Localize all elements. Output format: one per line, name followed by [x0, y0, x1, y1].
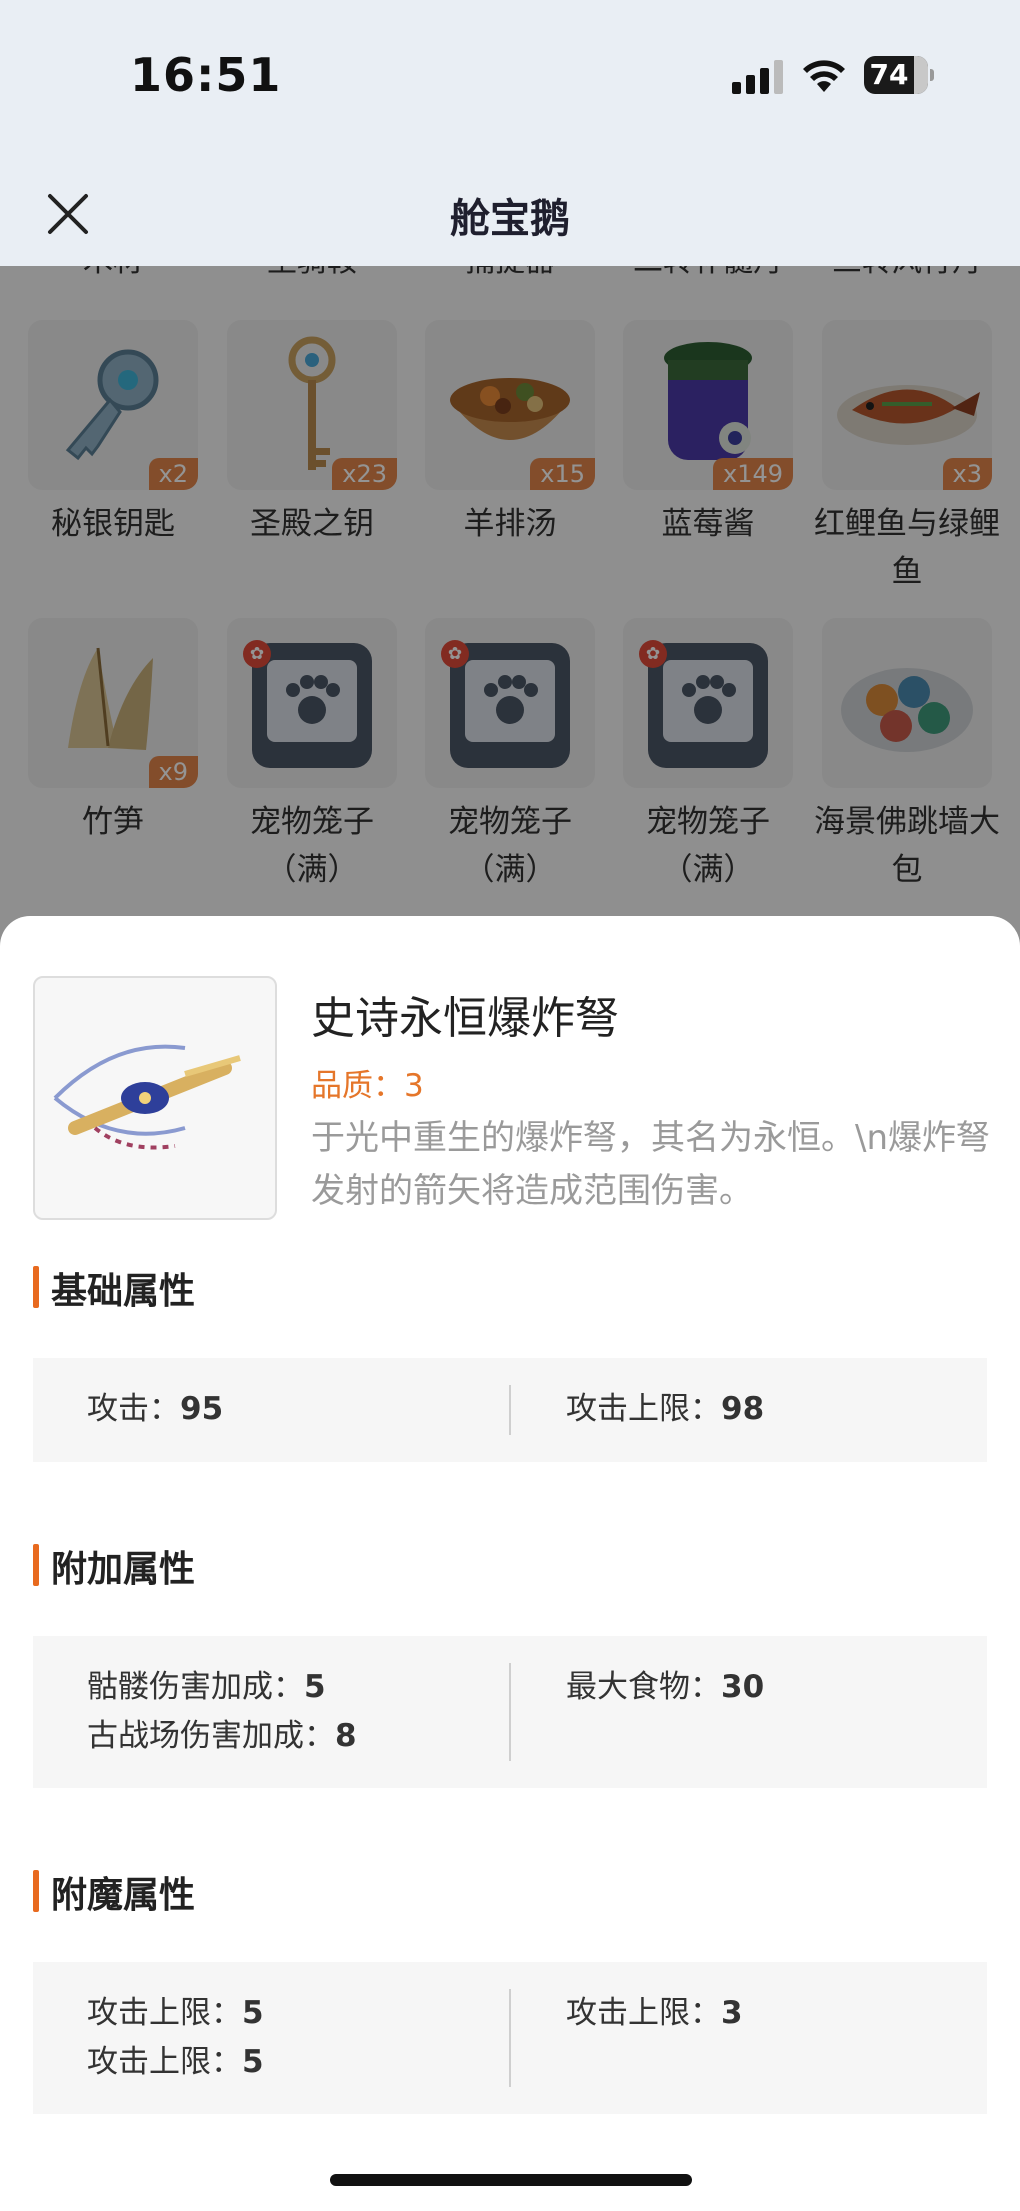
signal-icon	[732, 60, 783, 94]
home-indicator[interactable]	[330, 2174, 692, 2186]
attr-label: 骷髅伤害加成：	[87, 1669, 304, 1705]
attr-box-extra: 骷髅伤害加成：5 古战场伤害加成：8 最大食物：30	[33, 1636, 987, 1788]
attr-value: 8	[335, 1718, 357, 1754]
attr-label: 攻击上限：	[566, 1995, 721, 2031]
item-description: 于光中重生的爆炸弩，其名为永恒。\n爆炸弩发射的箭矢将造成范围伤害。	[311, 1118, 991, 1211]
attr-label: 攻击上限：	[87, 2044, 242, 2080]
attr-box-enchant: 攻击上限：5 攻击上限：5 攻击上限：3	[33, 1962, 987, 2114]
attr-row: 最大食物：30	[566, 1663, 764, 1712]
attr-box-basic: 攻击：95 攻击上限：98	[33, 1358, 987, 1462]
attr-col-right: 攻击上限：98	[566, 1385, 764, 1434]
section-title-enchant: 附魔属性	[33, 1866, 195, 1918]
attr-row: 攻击：95	[87, 1385, 223, 1434]
attr-value: 3	[721, 1995, 743, 2031]
attr-label: 古战场伤害加成：	[87, 1718, 335, 1754]
attr-value: 5	[242, 2044, 264, 2080]
attr-value: 5	[304, 1669, 326, 1705]
attr-col-left: 攻击上限：5 攻击上限：5	[87, 1989, 264, 2087]
attr-row: 攻击上限：5	[87, 1989, 264, 2038]
section-title-basic: 基础属性	[33, 1262, 195, 1314]
battery-icon: 74	[864, 56, 934, 94]
attr-label: 最大食物：	[566, 1669, 721, 1705]
section-title-extra: 附加属性	[33, 1540, 195, 1592]
clock: 16:51	[130, 48, 282, 102]
item-name: 史诗永恒爆炸弩	[311, 993, 619, 1044]
attr-label: 攻击上限：	[87, 1995, 242, 2031]
attr-row: 攻击上限：98	[566, 1385, 764, 1434]
attr-value: 98	[721, 1391, 765, 1427]
attr-value: 5	[242, 1995, 264, 2031]
item-detail-sheet: 史诗永恒爆炸弩 品质：3 于光中重生的爆炸弩，其名为永恒。\n爆炸弩发射的箭矢将…	[0, 916, 1020, 2211]
crossbow-icon	[33, 976, 277, 1220]
attr-col-left: 攻击：95	[87, 1385, 223, 1434]
divider	[509, 1663, 511, 1761]
attr-row: 古战场伤害加成：8	[87, 1712, 357, 1761]
page-title: 舱宝鹅	[450, 196, 570, 242]
battery-level: 74	[869, 58, 909, 91]
dim-overlay[interactable]	[0, 266, 1020, 966]
wifi-icon	[803, 60, 845, 92]
attr-row: 骷髅伤害加成：5	[87, 1663, 357, 1712]
item-quality: 品质：3	[311, 1068, 424, 1104]
attr-label: 攻击上限：	[566, 1391, 721, 1427]
nav-header: 舱宝鹅	[0, 150, 1020, 266]
attr-value: 95	[180, 1391, 224, 1427]
attr-row: 攻击上限：3	[566, 1989, 743, 2038]
attr-col-left: 骷髅伤害加成：5 古战场伤害加成：8	[87, 1663, 357, 1761]
divider	[509, 1989, 511, 2087]
divider	[509, 1385, 511, 1435]
attr-col-right: 最大食物：30	[566, 1663, 764, 1712]
attr-col-right: 攻击上限：3	[566, 1989, 743, 2038]
status-bar: 16:51 74	[0, 0, 1020, 150]
attr-value: 30	[721, 1669, 765, 1705]
attr-row: 攻击上限：5	[87, 2038, 264, 2087]
attr-label: 攻击：	[87, 1391, 180, 1427]
